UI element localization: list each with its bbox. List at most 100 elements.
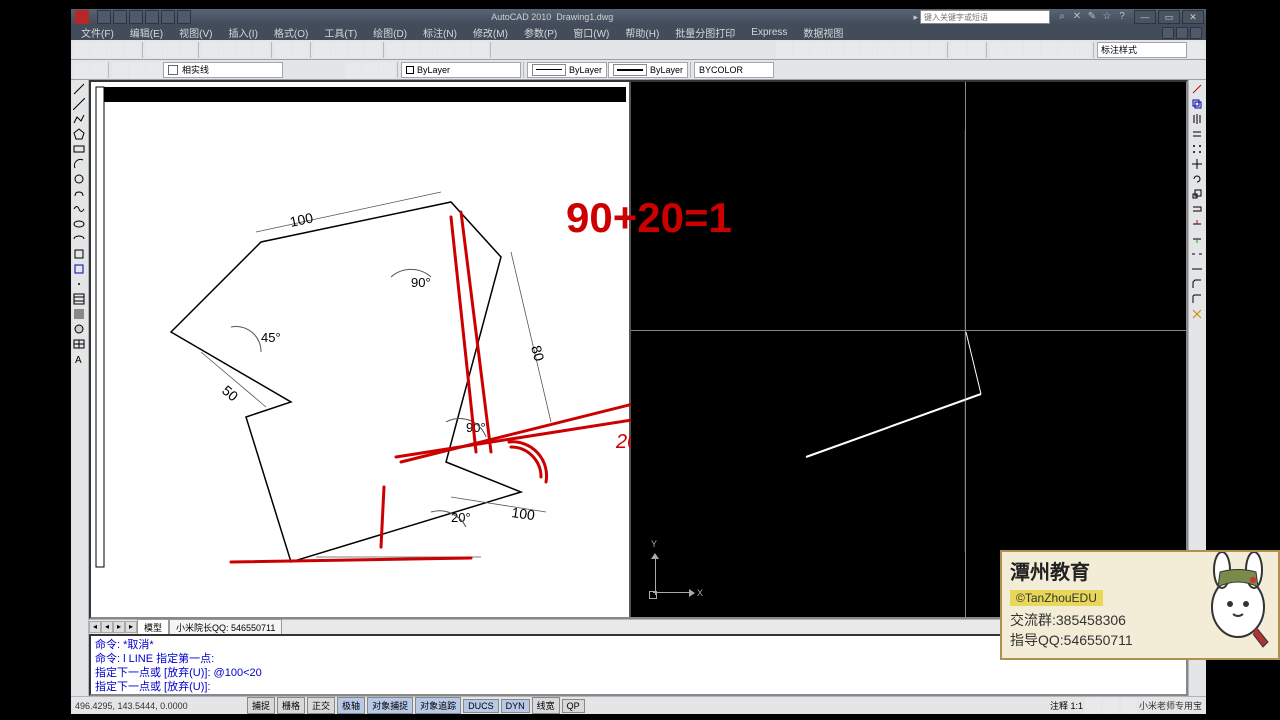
plotstyle-sel[interactable]: BYCOLOR <box>694 62 774 78</box>
dim-break-icon[interactable] <box>968 42 984 58</box>
menu-view[interactable]: 视图(V) <box>173 25 218 40</box>
dyn-toggle[interactable]: DYN <box>501 699 530 713</box>
layer-combo[interactable]: ByLayer <box>401 62 521 78</box>
calc-icon[interactable] <box>472 42 488 58</box>
menu-draw[interactable]: 绘图(D) <box>367 25 413 40</box>
redo-icon[interactable] <box>292 42 308 58</box>
revcloud-icon[interactable] <box>72 187 86 201</box>
open-icon[interactable] <box>90 42 106 58</box>
menu-parametric[interactable]: 参数(P) <box>518 25 563 40</box>
dim-radius-icon[interactable] <box>844 42 860 58</box>
extend-icon[interactable] <box>1190 232 1204 246</box>
dim-continue-icon[interactable] <box>929 42 945 58</box>
rotate-icon[interactable] <box>1190 172 1204 186</box>
layer-match-icon[interactable] <box>379 62 395 78</box>
help-search[interactable] <box>920 10 1050 24</box>
gradient-icon[interactable] <box>72 307 86 321</box>
dim-angular-icon[interactable] <box>878 42 894 58</box>
dim-baseline-icon[interactable] <box>912 42 928 58</box>
menu-insert[interactable]: 插入(I) <box>222 25 263 40</box>
dimedit-icon[interactable] <box>1058 42 1074 58</box>
osnap-toggle[interactable]: 对象捕捉 <box>367 697 413 714</box>
comm-icon[interactable]: ✕ <box>1071 11 1083 23</box>
save-icon[interactable] <box>107 42 123 58</box>
layer-prev-icon[interactable] <box>362 62 378 78</box>
dim-space-icon[interactable] <box>951 42 967 58</box>
layer-states-icon[interactable] <box>90 62 106 78</box>
dimstyle-icon[interactable] <box>1188 42 1204 58</box>
arc-icon[interactable] <box>72 157 86 171</box>
markup-icon[interactable] <box>455 42 471 58</box>
qat-save[interactable] <box>129 10 143 24</box>
erase-icon[interactable] <box>1190 82 1204 96</box>
properties-icon[interactable] <box>387 42 403 58</box>
undo-icon[interactable] <box>275 42 291 58</box>
ellipsearc-icon[interactable] <box>72 232 86 246</box>
block-icon[interactable] <box>72 262 86 276</box>
layer-make-icon[interactable] <box>345 62 361 78</box>
plot-icon[interactable] <box>146 42 162 58</box>
dimstyle-combo[interactable]: 标注样式 <box>1097 42 1187 58</box>
lineweight-sel[interactable]: ByLayer <box>608 62 688 78</box>
publish-icon[interactable] <box>180 42 196 58</box>
chamfer-icon[interactable] <box>1190 277 1204 291</box>
viewport-right[interactable]: XY <box>631 82 1186 617</box>
otrack-toggle[interactable]: 对象追踪 <box>415 697 461 714</box>
zoom-prev-icon[interactable] <box>365 42 381 58</box>
snap-toggle[interactable]: 捕捉 <box>247 697 275 714</box>
rectangle-icon[interactable] <box>72 142 86 156</box>
stretch-icon[interactable] <box>1190 202 1204 216</box>
dim-aligned-icon[interactable] <box>793 42 809 58</box>
tab-model[interactable]: 模型 <box>137 619 169 636</box>
tab-first[interactable]: ◂ <box>89 621 101 633</box>
dim-quick-icon[interactable] <box>895 42 911 58</box>
layer-off-icon[interactable] <box>112 62 128 78</box>
workspace-icon[interactable] <box>1103 698 1119 714</box>
anno-icon[interactable] <box>1085 698 1101 714</box>
qat-open[interactable] <box>113 10 127 24</box>
fillet-icon[interactable] <box>1190 292 1204 306</box>
tab-prev[interactable]: ◂ <box>101 621 113 633</box>
close-button[interactable]: ✕ <box>1182 10 1204 24</box>
menu-window[interactable]: 窗口(W) <box>567 25 615 40</box>
saveas-icon[interactable] <box>124 42 140 58</box>
mirror-icon[interactable] <box>1190 112 1204 126</box>
fav-icon[interactable]: ☆ <box>1101 11 1113 23</box>
doc-restore[interactable] <box>1176 27 1188 39</box>
qp-toggle[interactable]: QP <box>562 699 585 713</box>
layer-freeze-icon[interactable] <box>129 62 145 78</box>
circle-icon[interactable] <box>72 172 86 186</box>
menu-format[interactable]: 格式(O) <box>268 25 314 40</box>
tab-last[interactable]: ▸ <box>125 621 137 633</box>
scale-icon[interactable] <box>1190 187 1204 201</box>
array-icon[interactable] <box>1190 142 1204 156</box>
copy-obj-icon[interactable] <box>1190 97 1204 111</box>
help-icon[interactable]: ? <box>1116 11 1128 23</box>
move-icon[interactable] <box>1190 157 1204 171</box>
maximize-button[interactable]: ▭ <box>1158 10 1180 24</box>
break-icon[interactable] <box>1190 247 1204 261</box>
dim-arc-icon[interactable] <box>810 42 826 58</box>
tab-next[interactable]: ▸ <box>113 621 125 633</box>
sheet-icon[interactable] <box>438 42 454 58</box>
polar-toggle[interactable]: 极轴 <box>337 697 365 714</box>
xline-icon[interactable] <box>72 97 86 111</box>
dimtedit-icon[interactable] <box>1075 42 1091 58</box>
dim-linear-icon[interactable] <box>776 42 792 58</box>
viewport-left[interactable]: 100 80 50 100 90° 90° 45° 20° <box>91 82 631 617</box>
menu-tools[interactable]: 工具(T) <box>318 25 363 40</box>
table-icon[interactable] <box>72 337 86 351</box>
offset-icon[interactable] <box>1190 127 1204 141</box>
trim-icon[interactable] <box>1190 217 1204 231</box>
toolpalette-icon[interactable] <box>421 42 437 58</box>
menu-edit[interactable]: 编辑(E) <box>124 25 169 40</box>
menu-express[interactable]: Express <box>745 27 793 38</box>
menu-dimension[interactable]: 标注(N) <box>417 25 463 40</box>
menu-dataview[interactable]: 数据视图 <box>797 25 849 40</box>
dim-diameter-icon[interactable] <box>861 42 877 58</box>
menu-file[interactable]: 文件(F) <box>75 25 120 40</box>
doc-minimize[interactable] <box>1162 27 1174 39</box>
menu-modify[interactable]: 修改(M) <box>467 25 514 40</box>
cut-icon[interactable] <box>202 42 218 58</box>
search-icon[interactable]: ⌕ <box>1056 11 1068 23</box>
